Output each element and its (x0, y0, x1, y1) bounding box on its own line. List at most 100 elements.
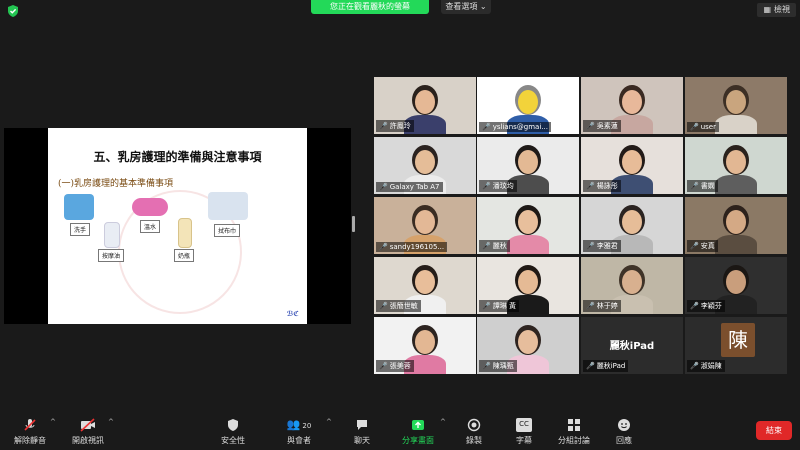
share-options-caret[interactable]: ^ (440, 418, 446, 426)
mic-muted-icon: 🎤 (482, 362, 491, 370)
participant-tile[interactable]: 🎤 安真 (685, 197, 787, 254)
mic-muted-icon: 🎤 (690, 242, 699, 250)
mic-muted-icon: 🎤 (690, 182, 699, 190)
person-face (415, 90, 435, 114)
mic-muted-icon: 🎤 (690, 362, 699, 370)
participant-tile[interactable]: 🎤 書嫻 (685, 137, 787, 194)
person-face (415, 150, 435, 174)
unmute-button[interactable]: 解除靜音 (10, 418, 50, 446)
shared-screen: 五、乳房護理的準備與注意事項 (一)乳房護理的基本準備事項 洗手 溫水 拭布巾 … (4, 128, 351, 324)
participant-tile[interactable]: 🎤 林于婷 (581, 257, 683, 314)
participant-name-bar: 🎤 sandy196105... (376, 242, 448, 252)
record-label: 錄製 (466, 436, 482, 445)
participant-name: 許鳳玲 (389, 122, 411, 130)
slide-title: 五、乳房護理的準備與注意事項 (93, 150, 262, 164)
participant-tile[interactable]: 🎤 sandy196105... (374, 197, 476, 254)
breakout-rooms-button[interactable]: 分組討論 (554, 418, 594, 446)
chevron-down-icon: ⌄ (479, 2, 487, 11)
share-screen-button[interactable]: 分享畫面 (398, 418, 438, 446)
participant-tile[interactable]: 🎤 張美蓉 (374, 317, 476, 374)
shield-icon (228, 419, 238, 431)
slide-subtitle: (一)乳房護理的基本準備事項 (58, 179, 174, 189)
person-face (726, 90, 746, 114)
participant-tile[interactable]: 🎤 麗秋 (477, 197, 579, 254)
participant-tile[interactable]: 🎤 譚琳 黃 (477, 257, 579, 314)
mic-muted-icon: 🎤 (379, 302, 388, 310)
participant-tile[interactable]: 🎤 user (685, 77, 787, 134)
audio-options-caret[interactable]: ^ (50, 418, 56, 426)
mic-muted-icon: 🎤 (690, 123, 699, 131)
participants-options-caret[interactable]: ^ (326, 418, 332, 426)
participant-tile[interactable]: 🎤 潘玟均 (477, 137, 579, 194)
share-screen-label: 分享畫面 (402, 436, 434, 445)
record-button[interactable]: 錄製 (460, 418, 488, 446)
participant-tile[interactable]: 🎤 李穎芬 (685, 257, 787, 314)
participant-name-bar: 🎤 安真 (687, 240, 718, 252)
participant-tile[interactable]: 🎤 李雅君 (581, 197, 683, 254)
participant-tile[interactable]: 陳 🎤 淑娟陳 (685, 317, 787, 374)
participant-name: 吳素蓮 (596, 122, 618, 130)
mic-muted-icon: 🎤 (586, 362, 595, 370)
participant-avatar: 陳 (721, 323, 755, 357)
reactions-button[interactable]: 回應 (610, 418, 638, 446)
view-options-label: 查看選項 (445, 2, 478, 11)
participant-tile[interactable]: 🎤 Galaxy Tab A7 (374, 137, 476, 194)
chat-bubble-icon (357, 420, 367, 430)
participants-icon: 👥 20 (286, 418, 312, 431)
label-towel: 拭布巾 (214, 224, 241, 237)
participant-name: yslians@gmai... (492, 123, 548, 131)
person-body (507, 235, 549, 254)
participant-name-bar: 🎤 yslians@gmai... (479, 122, 551, 132)
participant-name: 楊詠彤 (596, 182, 618, 190)
person-face (415, 270, 435, 294)
baby-bottle-image (178, 218, 192, 248)
closed-captions-icon: CC (516, 418, 532, 432)
video-options-caret[interactable]: ^ (108, 418, 114, 426)
mic-muted-icon: 🎤 (586, 122, 595, 130)
view-options-dropdown[interactable]: 查看選項 ⌄ (441, 0, 491, 14)
label-hot-water: 溫水 (140, 220, 161, 233)
person-body (715, 235, 757, 254)
chat-label: 聊天 (354, 436, 370, 445)
person-face (518, 270, 538, 294)
person-face (415, 210, 435, 234)
person-face (726, 270, 746, 294)
participant-name-bar: 🎤 Galaxy Tab A7 (376, 182, 443, 192)
panel-resize-handle[interactable] (352, 216, 355, 232)
participant-name-bar: 🎤 user (687, 122, 719, 132)
participant-tile[interactable]: 🎤 yslians@gmai... (477, 77, 579, 134)
mic-muted-icon: 🎤 (379, 362, 388, 370)
participant-name: 李雅君 (596, 242, 618, 250)
participant-tile[interactable]: 🎤 張簡世敏 (374, 257, 476, 314)
mic-muted-icon (24, 419, 36, 431)
captions-button[interactable]: CC 字幕 (510, 418, 538, 446)
unmute-label: 解除靜音 (14, 436, 46, 445)
participant-tile[interactable]: 麗秋iPad 🎤 麗秋iPad (581, 317, 683, 374)
participant-tile[interactable]: 🎤 楊詠彤 (581, 137, 683, 194)
participant-name-bar: 🎤 陳瑀甄 (479, 360, 517, 372)
participant-name: 陳瑀甄 (492, 362, 514, 370)
participant-name: 淑娟陳 (700, 362, 722, 370)
participant-tile[interactable]: 🎤 吳素蓮 (581, 77, 683, 134)
chat-button[interactable]: 聊天 (348, 418, 376, 446)
participants-button[interactable]: 👥 20 與會者 (282, 418, 316, 446)
record-icon (467, 418, 481, 432)
security-button[interactable]: 安全性 (218, 418, 248, 446)
breakout-grid-icon (568, 419, 580, 431)
mic-muted-icon: 🎤 (586, 182, 595, 190)
presentation-slide: 五、乳房護理的準備與注意事項 (一)乳房護理的基本準備事項 洗手 溫水 拭布巾 … (48, 128, 307, 324)
mic-muted-icon: 🎤 (379, 122, 388, 130)
captions-label: 字幕 (516, 436, 532, 445)
participant-tile[interactable]: 🎤 許鳳玲 (374, 77, 476, 134)
start-video-label: 開啟視訊 (72, 436, 104, 445)
start-video-button[interactable]: 開啟視訊 (68, 418, 108, 446)
grid-icon: ▦ (763, 5, 771, 14)
end-meeting-button[interactable]: 結束 (756, 421, 792, 440)
mic-muted-icon: 🎤 (379, 243, 388, 251)
participant-name: 李穎芬 (700, 302, 722, 310)
view-button[interactable]: ▦ 檢視 (757, 3, 796, 17)
participant-tile[interactable]: 🎤 陳瑀甄 (477, 317, 579, 374)
participant-name: 譚琳 黃 (492, 302, 516, 310)
mic-muted-icon: 🎤 (690, 302, 699, 310)
label-wash: 洗手 (70, 223, 91, 236)
